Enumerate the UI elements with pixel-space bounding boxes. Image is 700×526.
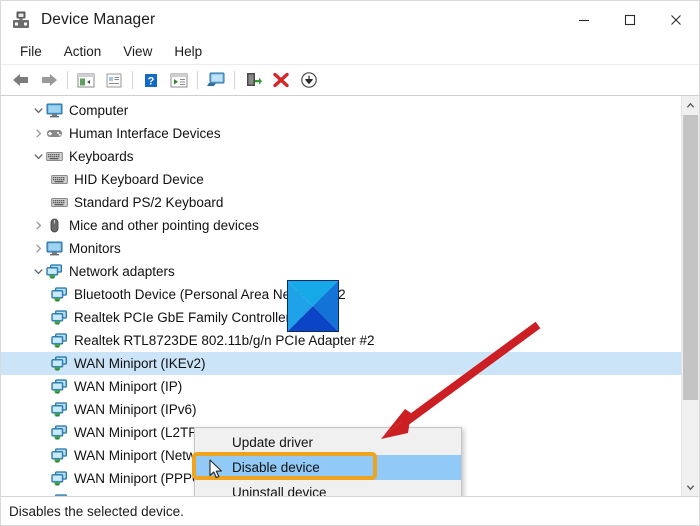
show-hide-console-tree-icon[interactable] — [72, 67, 100, 93]
title-bar: Device Manager — [1, 1, 699, 38]
network-icon — [51, 287, 68, 302]
tree-item-label: Realtek RTL8723DE 802.11b/g/n PCIe Adapt… — [74, 333, 375, 348]
mouse-icon — [46, 218, 63, 233]
tree-item-label: Monitors — [69, 241, 121, 256]
tree-item-label: WAN Miniport (IP) — [74, 379, 183, 394]
tree-item[interactable]: Realtek PCIe GbE Family Controller #2 — [1, 306, 681, 329]
tree-item[interactable]: WAN Miniport (IP) — [1, 375, 681, 398]
tree-item[interactable]: HID Keyboard Device — [1, 168, 681, 191]
tree-item-label: Keyboards — [69, 149, 134, 164]
menu-file[interactable]: File — [9, 41, 53, 62]
enable-device-icon[interactable] — [239, 67, 267, 93]
tree-item[interactable]: Network adapters — [1, 260, 681, 283]
network-icon — [51, 402, 68, 417]
uninstall-device-icon[interactable] — [267, 67, 295, 93]
update-driver-icon[interactable] — [165, 67, 193, 93]
properties-icon[interactable] — [100, 67, 128, 93]
menu-bar: File Action View Help — [1, 38, 699, 64]
toolbar-separator — [197, 71, 198, 89]
tree-item[interactable]: Human Interface Devices — [1, 122, 681, 145]
device-manager-icon — [10, 9, 32, 31]
tree-item-label: WAN Miniport (IPv6) — [74, 402, 197, 417]
keyboard-icon — [51, 172, 68, 187]
maximize-button[interactable] — [607, 1, 653, 38]
network-icon — [51, 356, 68, 371]
tree-item[interactable]: Standard PS/2 Keyboard — [1, 191, 681, 214]
tree-item[interactable]: WAN Miniport (IPv6) — [1, 398, 681, 421]
scroll-up-icon[interactable] — [682, 96, 699, 113]
back-icon[interactable] — [7, 67, 35, 93]
forward-icon[interactable] — [35, 67, 63, 93]
chevron-right-icon[interactable] — [31, 129, 46, 138]
toolbar: ? — [1, 64, 699, 96]
blue-square-logo — [287, 280, 339, 332]
window-controls — [561, 1, 699, 38]
window-title: Device Manager — [41, 10, 156, 28]
network-icon — [51, 425, 68, 440]
tree-item-label: WAN Miniport (IKEv2) — [74, 356, 210, 371]
scan-hardware-changes-icon[interactable] — [202, 67, 230, 93]
network-icon — [51, 471, 68, 486]
device-manager-window: Device Manager File Action View Help ? C… — [0, 0, 700, 526]
context-menu-item-disable-device[interactable]: Disable device — [195, 455, 461, 480]
hid-icon — [46, 126, 63, 141]
tree-item-label: Mice and other pointing devices — [69, 218, 259, 233]
chevron-down-icon[interactable] — [31, 267, 46, 276]
tree-item-label: HID Keyboard Device — [74, 172, 204, 187]
tree-item[interactable]: Keyboards — [1, 145, 681, 168]
tree-item[interactable]: Bluetooth Device (Personal Area Network)… — [1, 283, 681, 306]
computer-icon — [46, 103, 63, 118]
menu-view[interactable]: View — [112, 41, 163, 62]
tree-item-label: Computer — [69, 103, 129, 118]
minimize-button[interactable] — [561, 1, 607, 38]
toolbar-separator — [132, 71, 133, 89]
toolbar-separator — [234, 71, 235, 89]
network-icon — [46, 264, 63, 279]
content-area: Computer Human Interface Devices Keyboards… — [1, 96, 699, 496]
network-icon — [51, 494, 68, 496]
chevron-down-icon[interactable] — [31, 106, 46, 115]
tree-item[interactable]: Monitors — [1, 237, 681, 260]
network-icon — [51, 448, 68, 463]
scrollbar-track[interactable] — [682, 113, 699, 479]
menu-help[interactable]: Help — [163, 41, 213, 62]
monitor-icon — [46, 241, 63, 256]
tree-item[interactable]: Computer — [1, 99, 681, 122]
tree-item[interactable]: Realtek RTL8723DE 802.11b/g/n PCIe Adapt… — [1, 329, 681, 352]
tree-item-label: Human Interface Devices — [69, 126, 221, 141]
context-menu-item-uninstall-device[interactable]: Uninstall device — [195, 480, 461, 496]
network-icon — [51, 333, 68, 348]
tree-item-label: Standard PS/2 Keyboard — [74, 195, 224, 210]
tree-item[interactable]: WAN Miniport (IKEv2) — [1, 352, 681, 375]
toolbar-separator — [67, 71, 68, 89]
status-bar-text: Disables the selected device. — [9, 503, 184, 519]
status-bar: Disables the selected device. — [1, 496, 699, 525]
tree-item-label: WAN Miniport (L2TP) — [74, 425, 202, 440]
scroll-down-icon[interactable] — [682, 479, 699, 496]
keyboard-icon — [46, 149, 63, 164]
chevron-right-icon[interactable] — [31, 221, 46, 230]
scrollbar-thumb[interactable] — [683, 115, 698, 400]
vertical-scrollbar[interactable] — [681, 96, 699, 496]
help-icon[interactable]: ? — [137, 67, 165, 93]
context-menu-item-update-driver[interactable]: Update driver — [195, 430, 461, 455]
close-button[interactable] — [653, 1, 699, 38]
svg-text:?: ? — [148, 75, 155, 87]
network-icon — [51, 310, 68, 325]
network-icon — [51, 379, 68, 394]
chevron-right-icon[interactable] — [31, 244, 46, 253]
tree-item-label: Network adapters — [69, 264, 175, 279]
menu-action[interactable]: Action — [53, 41, 113, 62]
context-menu[interactable]: Update driver Disable device Uninstall d… — [194, 427, 462, 496]
disable-device-icon[interactable] — [295, 67, 323, 93]
tree-item-label: WAN Miniport (PPTP) — [74, 494, 209, 496]
tree-item[interactable]: Mice and other pointing devices — [1, 214, 681, 237]
keyboard-icon — [51, 195, 68, 210]
tree-item-label: Realtek PCIe GbE Family Controller #2 — [74, 310, 309, 325]
chevron-down-icon[interactable] — [31, 152, 46, 161]
